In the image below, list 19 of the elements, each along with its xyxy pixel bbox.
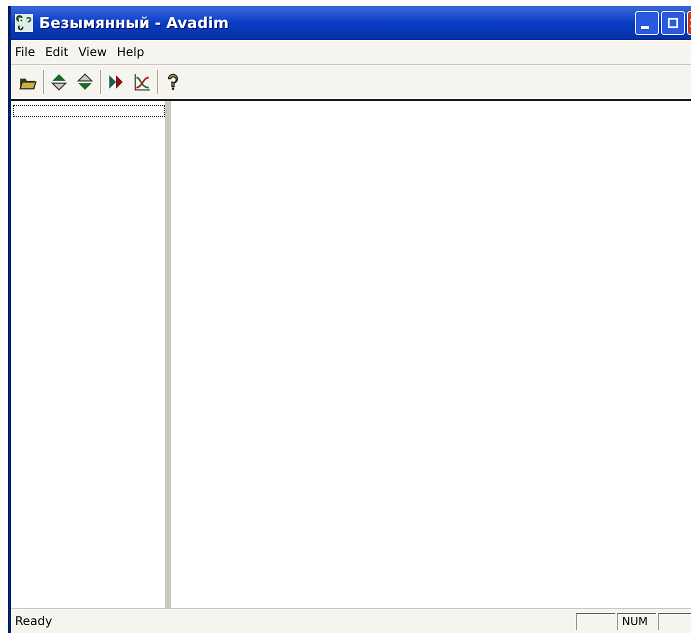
window-title: Безымянный - Avadim xyxy=(39,14,229,32)
tree-item[interactable] xyxy=(13,105,165,117)
fast-forward-icon xyxy=(107,73,125,91)
up-arrow-icon xyxy=(50,73,68,91)
minimize-icon xyxy=(641,26,649,28)
menu-item[interactable]: File xyxy=(15,45,36,59)
menu-item[interactable]: Help xyxy=(116,45,144,59)
status-text: Ready xyxy=(15,614,54,628)
status-indicator: NUM xyxy=(617,612,656,630)
maximize-button[interactable] xyxy=(661,11,685,35)
menu-item[interactable]: Edit xyxy=(45,45,68,59)
graph-icon xyxy=(133,73,151,91)
app-icon xyxy=(15,14,33,32)
status-pane xyxy=(576,612,615,630)
menu-item[interactable]: View xyxy=(78,45,107,59)
down-arrow-icon xyxy=(76,73,94,91)
status-pane xyxy=(658,612,691,630)
maximize-icon xyxy=(666,16,680,30)
minimize-button[interactable] xyxy=(635,11,659,35)
